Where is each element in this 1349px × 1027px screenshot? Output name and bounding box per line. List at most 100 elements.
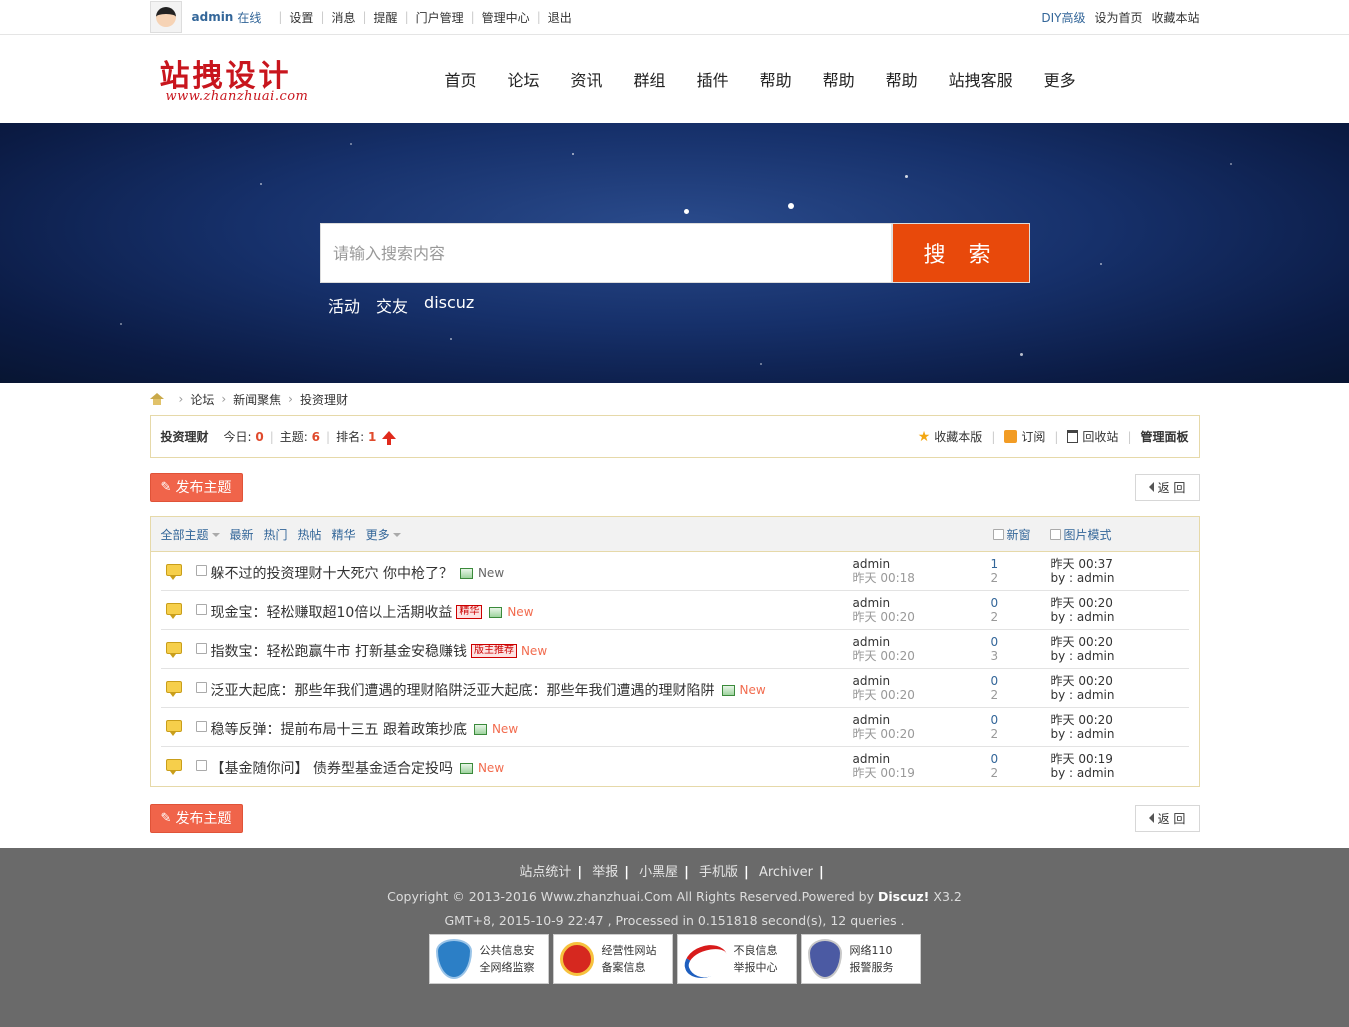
last-post-by[interactable]: by : admin — [1051, 649, 1115, 663]
thread-checkbox[interactable] — [195, 643, 207, 654]
hot-keyword[interactable]: 活动 — [328, 293, 360, 317]
logout-link[interactable]: 退出 — [548, 9, 572, 26]
favorite-site-link[interactable]: 收藏本站 — [1151, 9, 1199, 26]
thread-title[interactable]: 躲不过的投资理财十大死穴 你中枪了？ — [211, 563, 453, 583]
nav-more[interactable]: 更多 — [1044, 67, 1076, 91]
thread-title[interactable]: 稳等反弹：提前布局十三五 跟着政策抄底 — [211, 719, 467, 739]
set-homepage-link[interactable]: 设为首页 — [1094, 9, 1142, 26]
search-button[interactable]: 搜 索 — [893, 224, 1029, 282]
last-post-by[interactable]: by : admin — [1051, 688, 1115, 702]
footer-link-archiver[interactable]: Archiver — [759, 865, 813, 880]
breadcrumb-current[interactable]: 投资理财 — [300, 391, 348, 408]
reply-count[interactable]: 0 — [991, 713, 999, 727]
footer-link-blackroom[interactable]: 小黑屋 — [639, 865, 678, 880]
topic-bubble-icon[interactable] — [165, 564, 182, 580]
footer-link-mobile[interactable]: 手机版 — [699, 865, 738, 880]
image-mode-checkbox[interactable] — [1049, 528, 1061, 540]
messages-link[interactable]: 消息 — [331, 9, 355, 26]
new-window-option[interactable]: 新窗 — [992, 526, 1031, 543]
thread-title[interactable]: 【基金随你问】 债券型基金适合定投吗 — [211, 758, 453, 778]
last-post-time[interactable]: 昨天 00:37 — [1051, 557, 1115, 571]
thread-author[interactable]: admin — [853, 596, 915, 610]
nav-forum[interactable]: 论坛 — [508, 67, 540, 91]
filter-hot[interactable]: 热门 — [264, 526, 288, 543]
favorite-forum-button[interactable]: ★ 收藏本版 — [918, 428, 983, 445]
nav-help-2[interactable]: 帮助 — [823, 67, 855, 91]
filter-hot-posts[interactable]: 热帖 — [298, 526, 322, 543]
reply-count[interactable]: 0 — [991, 752, 999, 766]
last-post-time[interactable]: 昨天 00:19 — [1051, 752, 1115, 766]
username-link[interactable]: admin — [192, 10, 234, 24]
nav-home[interactable]: 首页 — [445, 67, 477, 91]
new-topic-button[interactable]: ✎ 发布主题 — [149, 472, 243, 502]
thread-author[interactable]: admin — [853, 674, 915, 688]
search-input[interactable] — [321, 224, 893, 282]
reply-count[interactable]: 0 — [991, 596, 999, 610]
thread-checkbox[interactable] — [195, 721, 207, 732]
thread-author[interactable]: admin — [853, 635, 915, 649]
new-tag[interactable]: New — [740, 683, 766, 697]
new-tag[interactable]: New — [507, 605, 533, 619]
thread-title[interactable]: 现金宝：轻松赚取超10倍以上活期收益 — [211, 602, 453, 622]
last-post-time[interactable]: 昨天 00:20 — [1051, 713, 1115, 727]
topic-bubble-icon[interactable] — [165, 642, 182, 658]
thread-checkbox[interactable] — [195, 682, 207, 693]
portal-admin-link[interactable]: 门户管理 — [416, 9, 464, 26]
diy-link[interactable]: DIY高级 — [1041, 9, 1085, 26]
nav-help-1[interactable]: 帮助 — [760, 67, 792, 91]
hot-keyword[interactable]: 交友 — [376, 293, 408, 317]
user-avatar[interactable] — [149, 1, 182, 33]
site-logo[interactable]: 站拽设计 www.zhanzhuai.com — [160, 49, 330, 109]
nav-plugins[interactable]: 插件 — [697, 67, 729, 91]
thread-author[interactable]: admin — [853, 557, 915, 571]
last-post-by[interactable]: by : admin — [1051, 571, 1115, 585]
report-center-badge[interactable]: 不良信息 举报中心 — [676, 934, 797, 984]
admin-center-link[interactable]: 管理中心 — [482, 9, 530, 26]
footer-link-report[interactable]: 举报 — [592, 865, 618, 880]
breadcrumb-news[interactable]: 新闻聚焦 — [233, 391, 281, 408]
nav-news[interactable]: 资讯 — [571, 67, 603, 91]
filter-latest[interactable]: 最新 — [230, 526, 254, 543]
new-window-checkbox[interactable] — [992, 528, 1004, 540]
powered-by-link[interactable]: Discuz! — [878, 889, 929, 904]
thread-checkbox[interactable] — [195, 565, 207, 576]
police-badge[interactable]: 网络110 报警服务 — [800, 934, 921, 984]
new-tag[interactable]: New — [478, 566, 504, 580]
thread-author[interactable]: admin — [853, 752, 915, 766]
reply-count[interactable]: 0 — [991, 635, 999, 649]
back-button[interactable]: 返 回 — [1134, 473, 1200, 501]
hot-keyword[interactable]: discuz — [424, 293, 474, 317]
back-button-bottom[interactable]: 返 回 — [1134, 804, 1200, 832]
last-post-by[interactable]: by : admin — [1051, 766, 1115, 780]
thread-title[interactable]: 泛亚大起底：那些年我们遭遇的理财陷阱泛亚大起底：那些年我们遭遇的理财陷阱 — [211, 680, 715, 700]
thread-title[interactable]: 指数宝：轻松跑赢牛市 打新基金安稳赚钱 — [211, 641, 467, 661]
nav-support[interactable]: 站拽客服 — [949, 67, 1013, 91]
topic-bubble-icon[interactable] — [165, 603, 182, 619]
footer-link-stats[interactable]: 站点统计 — [519, 865, 571, 880]
topic-bubble-icon[interactable] — [165, 759, 182, 775]
reply-count[interactable]: 1 — [991, 557, 999, 571]
last-post-time[interactable]: 昨天 00:20 — [1051, 635, 1115, 649]
last-post-time[interactable]: 昨天 00:20 — [1051, 596, 1115, 610]
subscribe-button[interactable]: 订阅 — [1004, 428, 1045, 445]
security-badge[interactable]: 公共信息安 全网络监察 — [428, 934, 549, 984]
thread-checkbox[interactable] — [195, 604, 207, 615]
new-tag[interactable]: New — [521, 644, 547, 658]
last-post-by[interactable]: by : admin — [1051, 610, 1115, 624]
settings-link[interactable]: 设置 — [289, 9, 313, 26]
reply-count[interactable]: 0 — [991, 674, 999, 688]
nav-groups[interactable]: 群组 — [634, 67, 666, 91]
new-tag[interactable]: New — [492, 722, 518, 736]
recycle-bin-button[interactable]: 回收站 — [1067, 428, 1118, 445]
breadcrumb-forum[interactable]: 论坛 — [190, 391, 214, 408]
last-post-time[interactable]: 昨天 00:20 — [1051, 674, 1115, 688]
business-record-badge[interactable]: 经营性网站 备案信息 — [552, 934, 673, 984]
home-icon[interactable] — [149, 393, 164, 405]
last-post-by[interactable]: by : admin — [1051, 727, 1115, 741]
filter-more[interactable]: 更多 — [366, 526, 401, 543]
filter-digest[interactable]: 精华 — [332, 526, 356, 543]
new-tag[interactable]: New — [478, 761, 504, 775]
topic-bubble-icon[interactable] — [165, 720, 182, 736]
filter-all-topics[interactable]: 全部主题 — [161, 526, 220, 543]
reminders-link[interactable]: 提醒 — [374, 9, 398, 26]
